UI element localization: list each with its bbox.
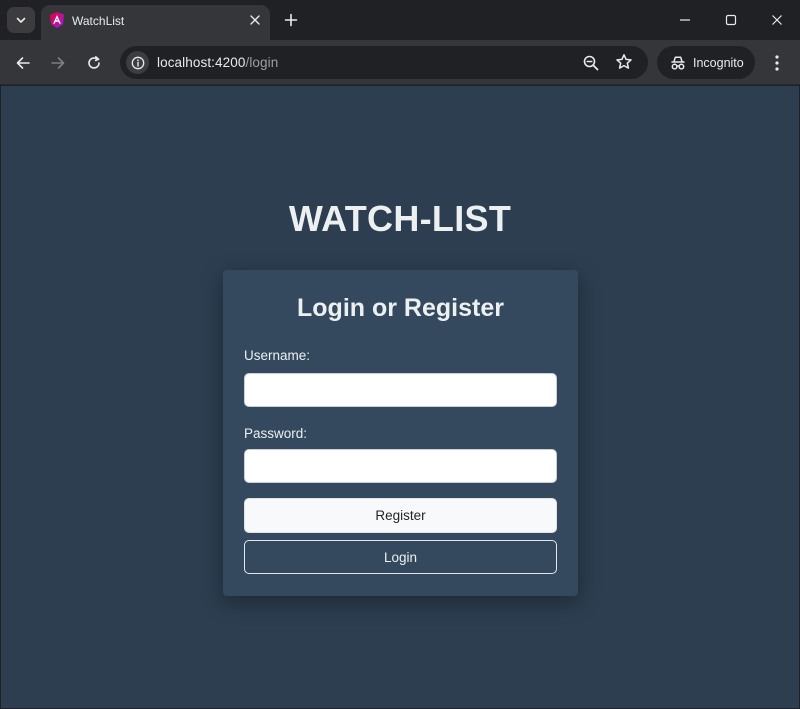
window-close-button[interactable] [754,0,800,40]
tab-close-button[interactable] [247,12,263,28]
app-title: WATCH-LIST [288,198,512,239]
incognito-label: Incognito [693,55,744,70]
url-host: localhost:4200 [157,55,246,70]
info-icon [131,56,144,69]
url-path: /login [245,55,279,70]
forward-button[interactable] [45,50,71,76]
browser-tab-strip: WatchList [0,0,800,40]
angular-favicon-icon [50,12,64,28]
site-info-button[interactable] [126,51,149,74]
tab-title: WatchList [72,14,125,28]
register-button[interactable]: Register [244,498,557,533]
tab-search-button[interactable] [7,7,35,33]
browser-toolbar: localhost:4200/login Incognito [0,40,800,85]
password-label: Password: [244,426,308,441]
url-text[interactable]: localhost:4200/login [157,55,278,70]
back-button[interactable] [10,50,36,76]
plus-icon [284,13,298,27]
browser-tab[interactable]: WatchList [41,5,270,40]
zoom-out-icon[interactable] [581,53,601,73]
browser-menu-button[interactable] [765,50,789,76]
maximize-button[interactable] [708,0,754,40]
address-bar[interactable]: localhost:4200/login [120,46,648,79]
arrow-left-icon [16,57,30,69]
reload-button[interactable] [81,50,107,76]
incognito-profile-button[interactable]: Incognito [657,46,755,79]
new-tab-button[interactable] [279,8,303,32]
minimize-button[interactable] [662,0,708,40]
username-label: Username: [244,348,311,363]
password-input[interactable] [244,449,557,483]
close-icon [250,15,260,25]
incognito-icon [671,56,685,70]
login-card-heading: Login or Register [297,294,504,322]
reload-icon [88,56,100,69]
more-vertical-icon [775,55,779,71]
login-button[interactable]: Login [244,540,557,574]
chevron-down-icon [16,17,26,23]
login-card: Login or Register Username: Password: Re… [223,270,578,596]
username-input[interactable] [244,373,557,407]
close-icon [772,15,782,25]
arrow-right-icon [51,57,65,69]
maximize-icon [725,14,737,26]
page-viewport: WATCH-LIST Login or Register Username: P… [1,86,799,708]
bookmark-star-icon[interactable] [614,52,634,72]
minimize-icon [680,19,690,21]
